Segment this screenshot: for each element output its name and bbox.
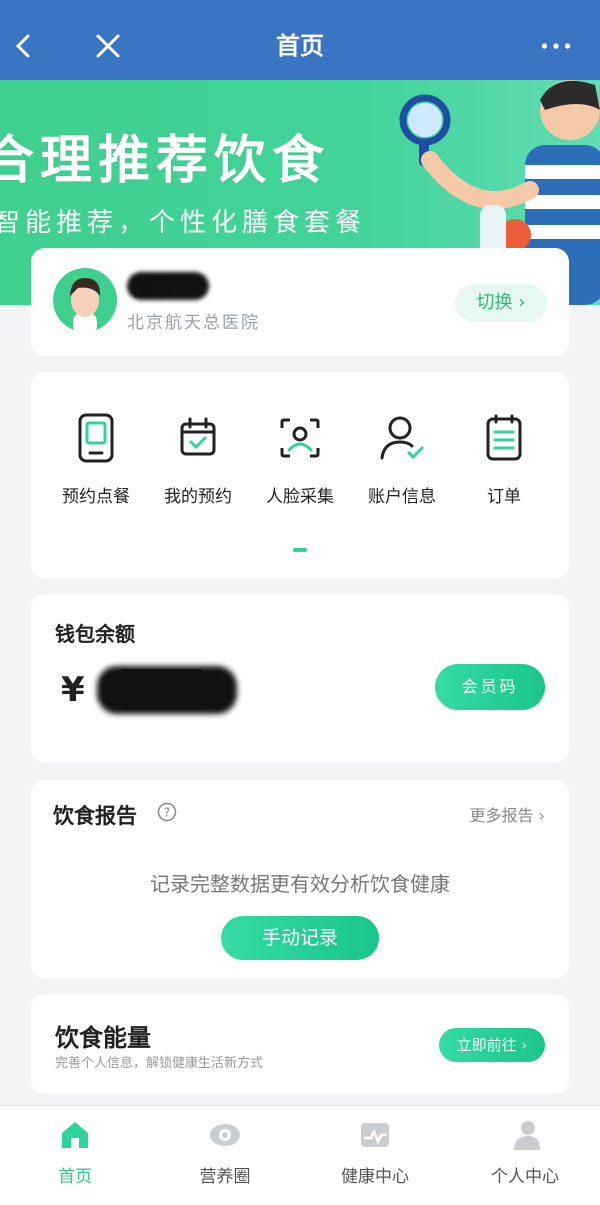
switch-button[interactable]: 切换 › [455, 284, 547, 322]
wallet-title: 钱包余额 [55, 622, 135, 646]
menu-label-face-capture: 人脸采集 [266, 487, 334, 507]
diet-energy-title: 饮食能量 [55, 1024, 151, 1052]
diet-report-hint: 记录完整数据更有效分析饮食健康 [150, 872, 450, 896]
tab-home[interactable]: 首页 [0, 1106, 150, 1205]
tab-nutrition-circle[interactable]: 营养圈 [150, 1106, 300, 1205]
tab-label-personal-center: 个人中心 [491, 1167, 559, 1187]
chevron-right-icon: › [538, 806, 545, 825]
page-title: 首页 [276, 32, 324, 60]
menu-item-order-meal[interactable]: 预约点餐 [45, 412, 147, 507]
menu-item-face-capture[interactable]: 人脸采集 [249, 412, 351, 507]
more-icon[interactable] [540, 30, 572, 62]
member-code-button[interactable]: 会员码 [435, 664, 545, 710]
avatar[interactable] [53, 268, 117, 332]
menu-item-my-reservation[interactable]: 我的预约 [147, 412, 249, 507]
top-bar: 首页 [0, 0, 600, 80]
more-reports-label: 更多报告 [469, 806, 534, 825]
quick-menu-card: 预约点餐 我的预约 人脸采集 账户信息 订单 [31, 372, 569, 578]
diet-report-title: 饮食报告 [53, 804, 137, 828]
go-now-button[interactable]: 立即前往 › [439, 1028, 545, 1062]
chevron-right-icon: › [521, 1036, 528, 1054]
hospital-name: 北京航天总医院 [127, 313, 260, 333]
diet-energy-card: 饮食能量 完善个人信息，解锁健康生活新方式 立即前往 › [31, 994, 569, 1094]
person-icon [514, 1121, 540, 1150]
help-icon[interactable]: ? [157, 802, 177, 822]
diet-report-card: 饮食报告 ? 更多报告 › 记录完整数据更有效分析饮食健康 手动记录 [31, 780, 569, 978]
order-list-icon [486, 414, 522, 461]
tab-personal-center[interactable]: 个人中心 [450, 1106, 600, 1205]
profile-card: 程某 北京航天总医院 切换 › [31, 248, 569, 356]
bottom-tab-bar: 首页 营养圈 健康中心 个人中心 [0, 1105, 600, 1205]
face-scan-icon [280, 418, 320, 458]
banner-headline: 合理推荐饮食 [0, 131, 331, 191]
diet-energy-subtitle: 完善个人信息，解锁健康生活新方式 [55, 1056, 264, 1071]
switch-label: 切换 [476, 292, 513, 313]
menu-label-orders: 订单 [487, 487, 521, 507]
tab-label-health-center: 健康中心 [341, 1167, 409, 1187]
manual-record-button[interactable]: 手动记录 [221, 916, 379, 960]
eye-icon [210, 1124, 240, 1146]
svg-text:?: ? [164, 806, 170, 820]
menu-label-account-info: 账户信息 [368, 487, 436, 507]
currency-symbol: ¥ [61, 670, 85, 710]
menu-item-orders[interactable]: 订单 [453, 412, 555, 507]
menu-label-order-meal: 预约点餐 [62, 487, 130, 507]
wallet-card: 钱包余额 ¥ 1███5 会员码 [31, 594, 569, 762]
menu-item-account-info[interactable]: 账户信息 [351, 412, 453, 507]
page-indicator [293, 548, 307, 552]
more-reports-link[interactable]: 更多报告 › [469, 802, 545, 826]
user-name: 程某 [131, 276, 171, 300]
wallet-balance: 1███5 [99, 670, 225, 710]
calendar-check-icon [180, 417, 216, 456]
user-face-icon [70, 278, 101, 332]
health-chart-icon [361, 1123, 389, 1147]
tab-label-nutrition-circle: 营养圈 [199, 1167, 251, 1187]
tab-health-center[interactable]: 健康中心 [300, 1106, 450, 1205]
go-now-label: 立即前往 [456, 1036, 517, 1054]
menu-label-my-reservation: 我的预约 [164, 487, 232, 507]
user-check-icon [380, 416, 424, 460]
chevron-right-icon: › [518, 292, 526, 313]
phone-menu-icon [78, 413, 114, 463]
tab-label-home: 首页 [58, 1167, 92, 1187]
home-icon [62, 1122, 88, 1148]
banner-subline: 智能推荐，个性化膳食套餐 [0, 208, 367, 238]
